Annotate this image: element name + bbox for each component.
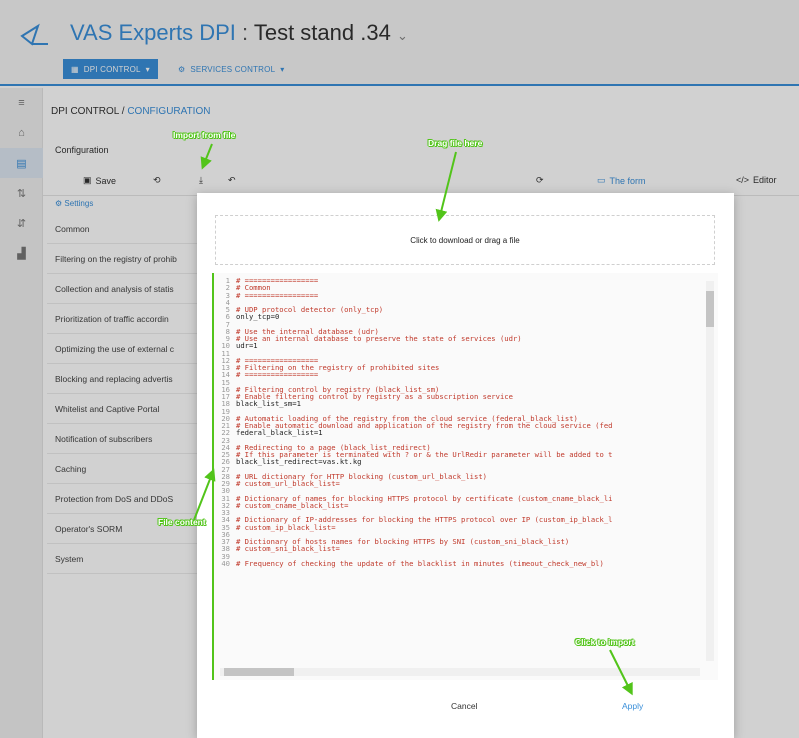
- code-line: 32 # custom_cname_black_list=: [216, 500, 702, 510]
- apply-button[interactable]: Apply: [622, 701, 643, 711]
- cancel-button[interactable]: Cancel: [451, 701, 477, 711]
- file-content-editor[interactable]: 1 # ================= 2 # Common 3 # ========…: [212, 273, 718, 680]
- code-line: 6 only_tcp=0: [216, 312, 702, 322]
- horizontal-scrollbar[interactable]: [220, 668, 700, 676]
- code-line: 18 black_list_sm=1: [216, 399, 702, 409]
- annotation-file-content: File content: [158, 517, 206, 527]
- vertical-scrollbar[interactable]: [706, 281, 714, 661]
- code-line: 38 # custom_sni_black_list=: [216, 544, 702, 554]
- code-line: 14 # =================: [216, 370, 702, 380]
- code-line: 3 # =================: [216, 290, 702, 300]
- file-dropzone[interactable]: Click to download or drag a file: [215, 215, 715, 265]
- code-line: 9 # Use an internal database to preserve …: [216, 334, 702, 343]
- code-line: 10 udr=1: [216, 341, 702, 351]
- code-text: black_list_sm=1: [236, 399, 301, 409]
- code-text: # Use an internal database to preserve t…: [236, 334, 522, 343]
- line-number: 40: [221, 558, 230, 568]
- code-text: # =================: [236, 370, 319, 380]
- code-text: # Frequency of checking the update of th…: [236, 558, 604, 568]
- annotation-import-from-file: Import from file: [173, 130, 236, 140]
- code-line: 40 # Frequency of checking the update of …: [216, 558, 702, 568]
- code-line: 35 # custom_ip_black_list=: [216, 522, 702, 532]
- code-text: only_tcp=0: [236, 312, 280, 322]
- code-area[interactable]: 1 # ================= 2 # Common 3 # ========…: [216, 277, 702, 663]
- scroll-thumb[interactable]: [224, 668, 294, 676]
- code-line: 5 # UDP protocol detector (only_tcp): [216, 306, 702, 314]
- code-text: # custom_url_black_list=: [236, 479, 340, 488]
- code-line: 22 federal_black_list=1: [216, 428, 702, 438]
- code-line: 26 black_list_redirect=vas.kt.kg: [216, 457, 702, 467]
- code-text: black_list_redirect=vas.kt.kg: [236, 457, 362, 467]
- import-dialog: Click to download or drag a file 1 # ====…: [197, 193, 734, 738]
- code-text: federal_black_list=1: [236, 428, 323, 438]
- scroll-thumb[interactable]: [706, 291, 714, 327]
- code-text: # custom_cname_black_list=: [236, 500, 349, 510]
- code-text: # =================: [236, 290, 319, 300]
- code-line: 29 # custom_url_black_list=: [216, 479, 702, 488]
- annotation-drag-file-here: Drag file here: [428, 138, 483, 148]
- code-text: # custom_sni_black_list=: [236, 544, 340, 554]
- code-line: 1 # =================: [216, 277, 702, 284]
- code-text: # custom_ip_black_list=: [236, 522, 336, 532]
- code-text: udr=1: [236, 341, 258, 351]
- annotation-click-to-import: Click to import: [575, 637, 635, 647]
